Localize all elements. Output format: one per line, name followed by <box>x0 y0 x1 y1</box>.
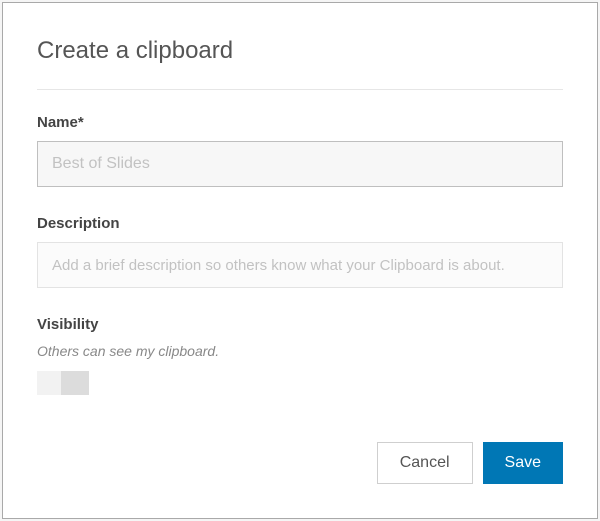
create-clipboard-modal: Create a clipboard Name* Description Vis… <box>2 2 598 519</box>
modal-title: Create a clipboard <box>37 37 563 65</box>
visibility-toggle[interactable] <box>37 371 89 395</box>
save-button[interactable]: Save <box>483 442 563 484</box>
cancel-button[interactable]: Cancel <box>377 442 473 484</box>
name-label: Name* <box>37 114 563 131</box>
name-input[interactable] <box>37 141 563 187</box>
divider <box>37 89 563 90</box>
visibility-label: Visibility <box>37 316 563 333</box>
description-input[interactable] <box>37 242 563 288</box>
description-label: Description <box>37 215 563 232</box>
visibility-hint: Others can see my clipboard. <box>37 343 563 359</box>
button-row: Cancel Save <box>377 442 563 484</box>
